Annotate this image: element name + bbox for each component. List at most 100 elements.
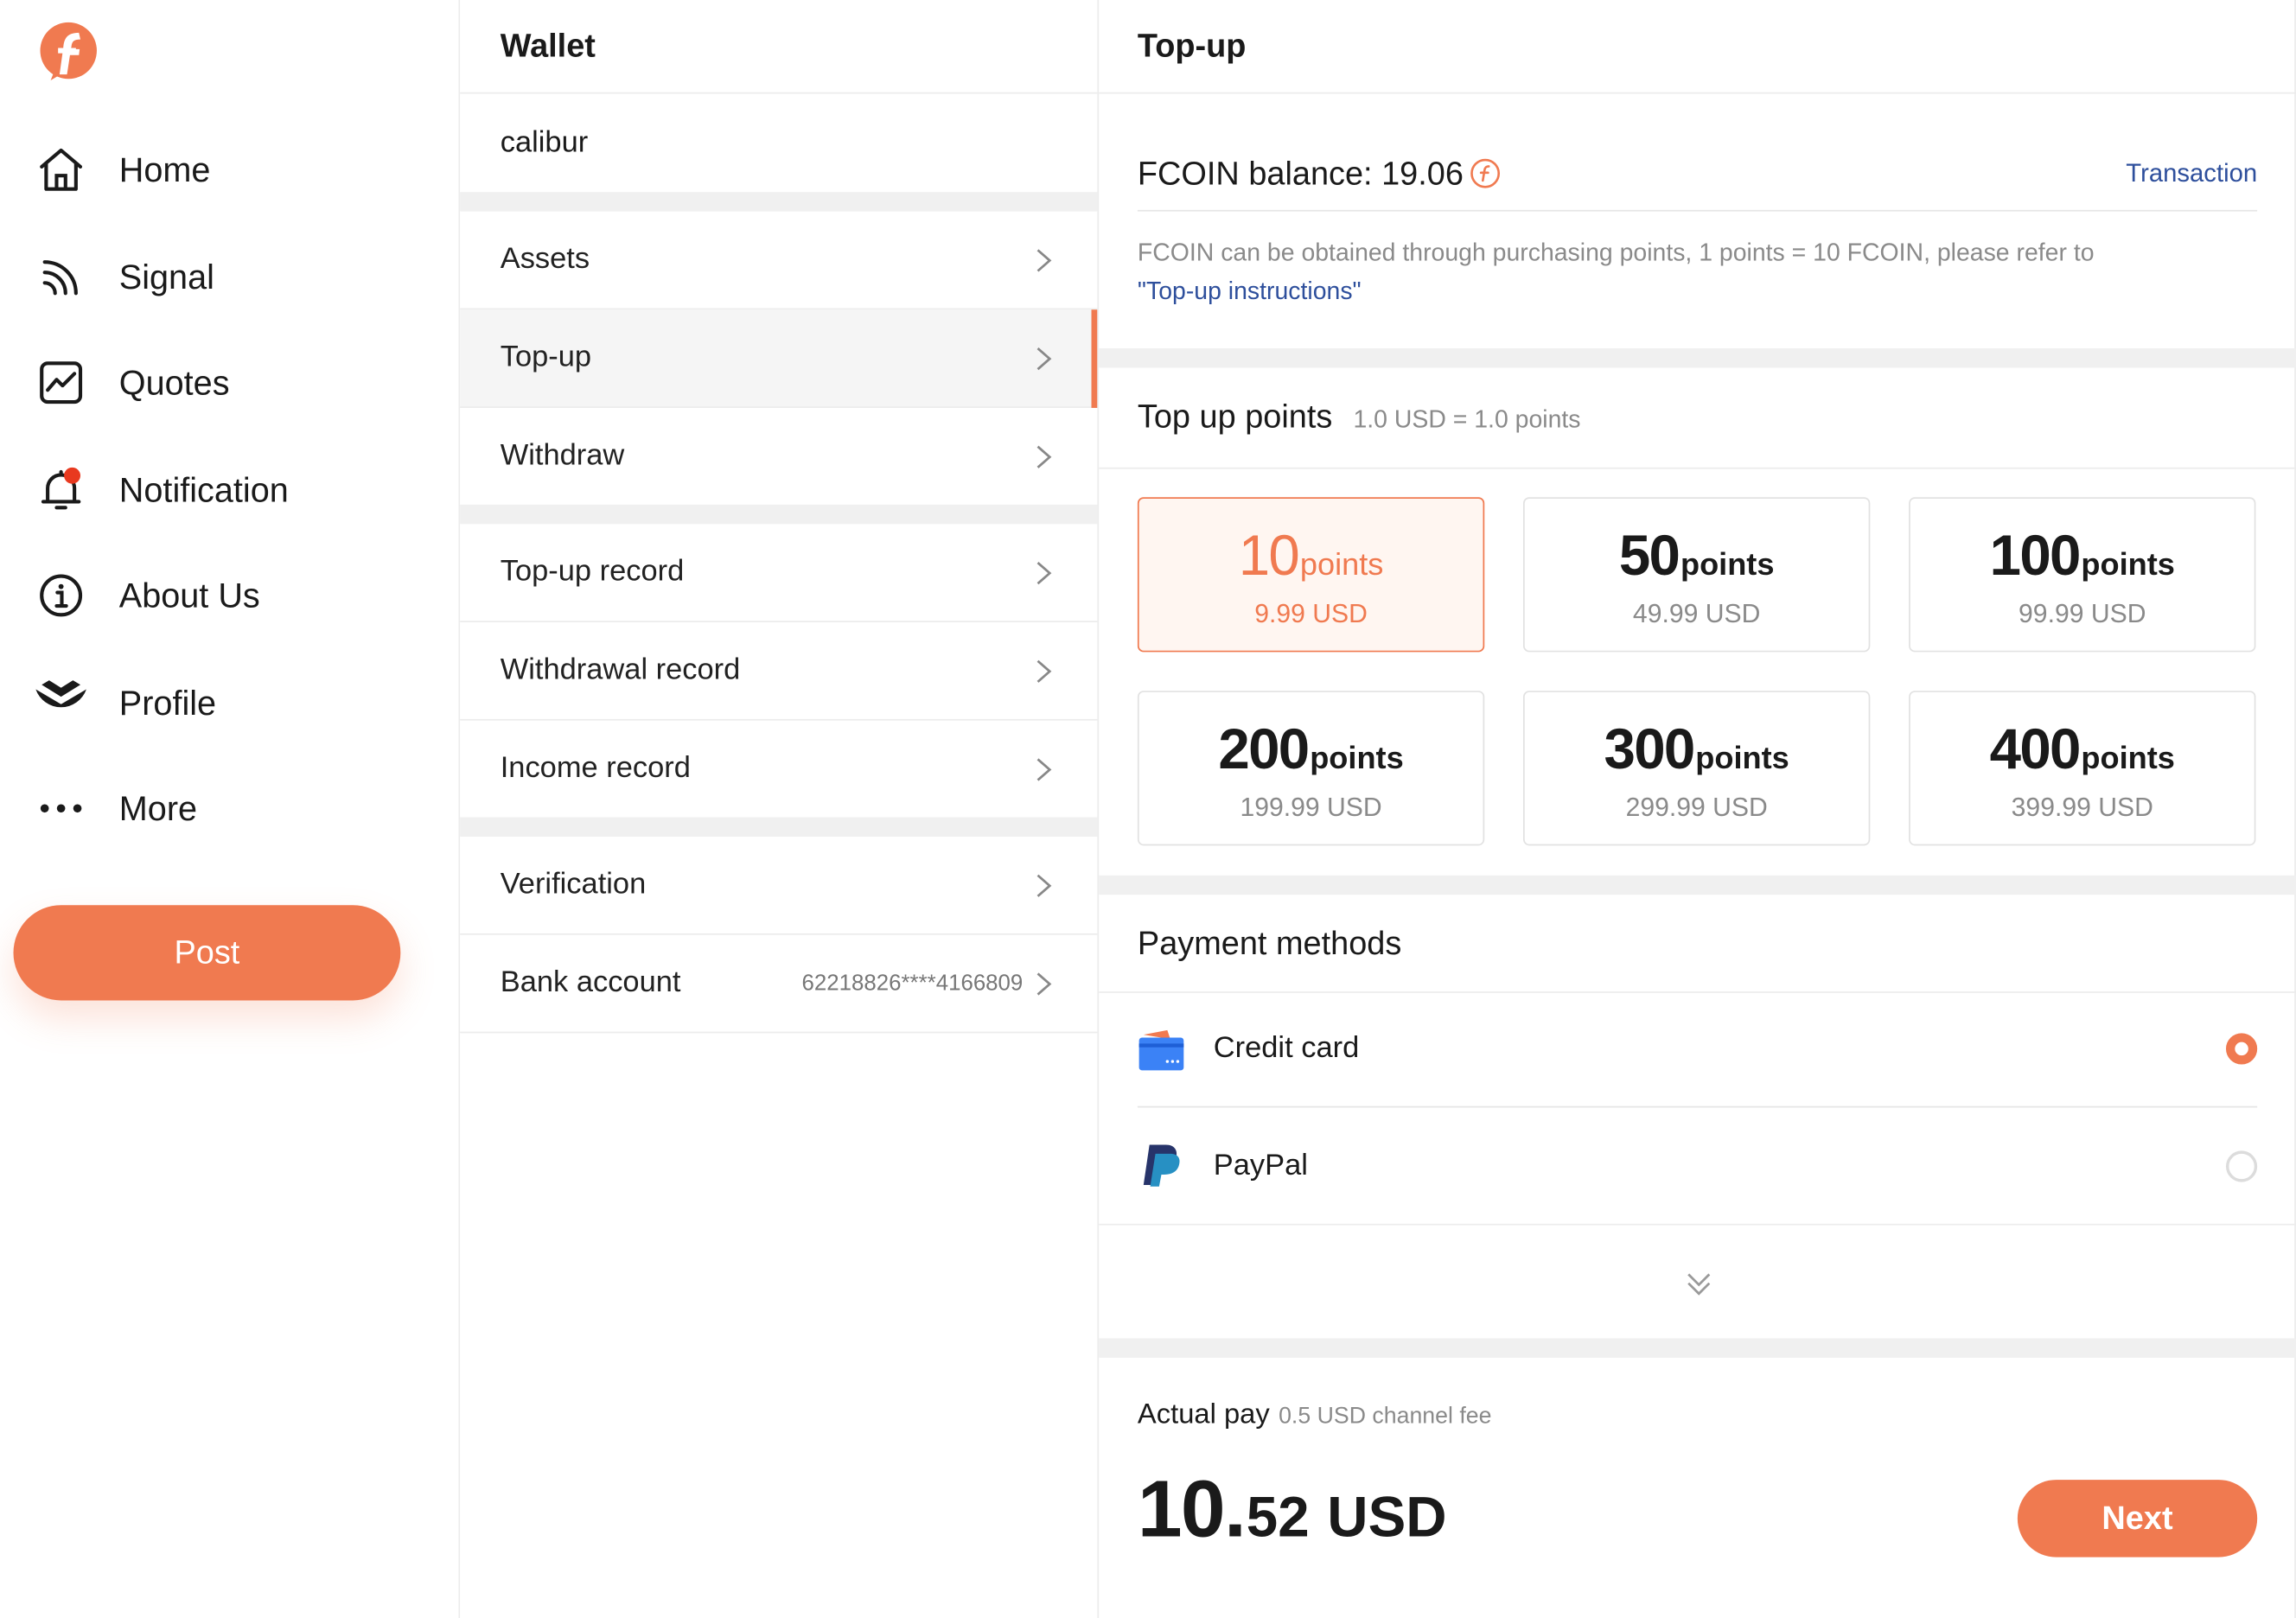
fcoin-icon — [1470, 158, 1500, 188]
transaction-link[interactable]: Transaction — [2126, 158, 2257, 188]
points-price: 199.99 USD — [1240, 792, 1382, 822]
nav-item-notification[interactable]: Notification — [33, 457, 289, 523]
fcoin-balance: FCOIN balance: 19.06 — [1137, 154, 1464, 192]
nav-item-label: More — [118, 788, 198, 827]
paypal-radio[interactable] — [2225, 1150, 2258, 1182]
payment-heading: Payment methods — [1137, 924, 1402, 962]
nav-item-signal[interactable]: Signal — [33, 244, 214, 309]
nav-item-profile[interactable]: Profile — [33, 670, 216, 736]
wallet-title: Wallet — [460, 0, 1098, 94]
credit-card-radio[interactable] — [2225, 1033, 2258, 1065]
notification-badge — [64, 467, 81, 484]
wallet-item-withdraw[interactable]: Withdraw — [460, 408, 1098, 506]
points-option-400[interactable]: 400 points 399.99 USD — [1909, 691, 2256, 846]
points-rate: 1.0 USD = 1.0 points — [1353, 406, 1581, 434]
next-button[interactable]: Next — [2017, 1480, 2258, 1557]
points-value: 100 — [1989, 526, 2082, 589]
double-chevron-down-icon[interactable] — [1684, 1267, 1713, 1300]
top-up-instructions-link[interactable]: "Top-up instructions" — [1138, 278, 1362, 305]
post-button[interactable]: Post — [13, 905, 401, 1001]
nav-item-label: Signal — [118, 257, 214, 296]
section-divider — [460, 192, 1098, 212]
credit-card-icon — [1138, 1029, 1184, 1070]
channel-fee-note: 0.5 USD channel fee — [1279, 1404, 1492, 1430]
points-unit: points — [1695, 741, 1789, 776]
points-option-100[interactable]: 100 points 99.99 USD — [1909, 497, 2256, 653]
wallet-username: calibur — [500, 125, 589, 159]
info-icon — [33, 567, 89, 623]
payment-option-credit-card[interactable]: Credit card — [1137, 991, 2258, 1108]
top-up-panel: Top-up FCOIN balance: 19.06 Transaction … — [1097, 0, 2296, 1618]
section-divider — [1099, 348, 2296, 368]
points-value: 10 — [1238, 526, 1300, 589]
wallet-item-top-up-record[interactable]: Top-up record — [460, 524, 1098, 622]
divider — [1099, 1223, 2296, 1226]
wallet-panel: Wallet calibur Assets Top-up Withdraw To… — [460, 0, 1098, 1618]
divider — [1099, 467, 2296, 469]
points-option-10[interactable]: 10 points 9.99 USD — [1137, 497, 1485, 653]
points-price: 9.99 USD — [1254, 598, 1368, 628]
balance-row: FCOIN balance: 19.06 Transaction — [1137, 137, 2258, 212]
more-dots-icon — [33, 780, 89, 837]
points-price: 49.99 USD — [1632, 598, 1761, 628]
points-header: Top up points 1.0 USD = 1.0 points — [1138, 398, 1581, 436]
actual-pay-row: Actual pay 0.5 USD channel fee — [1138, 1399, 1492, 1432]
nav-item-quotes[interactable]: Quotes — [33, 350, 230, 416]
home-icon — [33, 142, 89, 198]
fcoin-note-text: FCOIN can be obtained through purchasing… — [1137, 239, 2095, 267]
points-option-200[interactable]: 200 points 199.99 USD — [1137, 691, 1485, 846]
wallet-item-withdrawal-record[interactable]: Withdrawal record — [460, 622, 1098, 721]
app-logo-icon[interactable] — [39, 21, 99, 86]
points-value: 50 — [1618, 526, 1681, 589]
section-divider — [1099, 875, 2296, 895]
points-price: 299.99 USD — [1625, 792, 1768, 822]
wallet-item-label: Top-up — [500, 341, 592, 374]
chevron-right-icon — [1036, 873, 1052, 897]
points-value: 300 — [1604, 718, 1696, 782]
points-unit: points — [2081, 741, 2175, 776]
chevron-right-icon — [1036, 561, 1052, 584]
points-unit: points — [1680, 547, 1775, 583]
points-price: 399.99 USD — [2011, 792, 2153, 822]
nav-item-label: Profile — [118, 682, 217, 722]
points-unit: points — [1310, 741, 1404, 776]
nav-item-label: Home — [118, 150, 211, 188]
wallet-item-label: Assets — [500, 242, 590, 276]
wallet-item-label: Withdrawal record — [500, 653, 741, 687]
nav-item-more[interactable]: More — [33, 775, 197, 841]
points-price: 99.99 USD — [2019, 598, 2146, 628]
signal-icon — [33, 249, 89, 305]
wallet-item-income-record[interactable]: Income record — [460, 721, 1098, 819]
chevron-right-icon — [1036, 971, 1052, 995]
bank-account-number: 62218826****4166809 — [801, 971, 1024, 997]
wallet-item-label: Bank account — [500, 965, 681, 999]
points-option-300[interactable]: 300 points 299.99 USD — [1523, 691, 1871, 846]
total-amount: 10. 52 USD — [1137, 1464, 1447, 1555]
chevron-right-icon — [1036, 347, 1052, 370]
payment-label: PayPal — [1213, 1148, 1308, 1182]
left-sidebar: Home Signal Quotes Notification About Us… — [0, 0, 461, 1618]
chevron-right-icon — [1036, 757, 1052, 780]
fcoin-note: FCOIN can be obtained through purchasing… — [1138, 233, 2257, 311]
chevron-right-icon — [1036, 659, 1052, 683]
payment-option-paypal[interactable]: PayPal — [1138, 1107, 2258, 1223]
profile-icon — [33, 674, 89, 730]
total-integer: 10 — [1137, 1464, 1226, 1555]
nav-item-label: Notification — [118, 469, 289, 509]
section-divider — [460, 504, 1098, 525]
wallet-item-bank-account[interactable]: Bank account 62218826****4166809 — [460, 935, 1098, 1034]
nav-item-about-us[interactable]: About Us — [33, 563, 260, 628]
section-divider — [1099, 1338, 2296, 1358]
total-decimal: 52 — [1246, 1487, 1310, 1551]
wallet-item-label: Income record — [500, 751, 691, 785]
wallet-item-assets[interactable]: Assets — [460, 212, 1098, 310]
wallet-item-top-up[interactable]: Top-up — [460, 309, 1098, 408]
points-heading: Top up points — [1137, 397, 1333, 435]
payment-header: Payment methods — [1138, 925, 1401, 964]
page-title: Top-up — [1099, 0, 2296, 94]
points-option-50[interactable]: 50 points 49.99 USD — [1523, 497, 1871, 653]
section-divider — [460, 817, 1098, 837]
nav-item-home[interactable]: Home — [33, 137, 211, 202]
points-value: 400 — [1989, 718, 2082, 782]
wallet-item-verification[interactable]: Verification — [460, 837, 1098, 935]
